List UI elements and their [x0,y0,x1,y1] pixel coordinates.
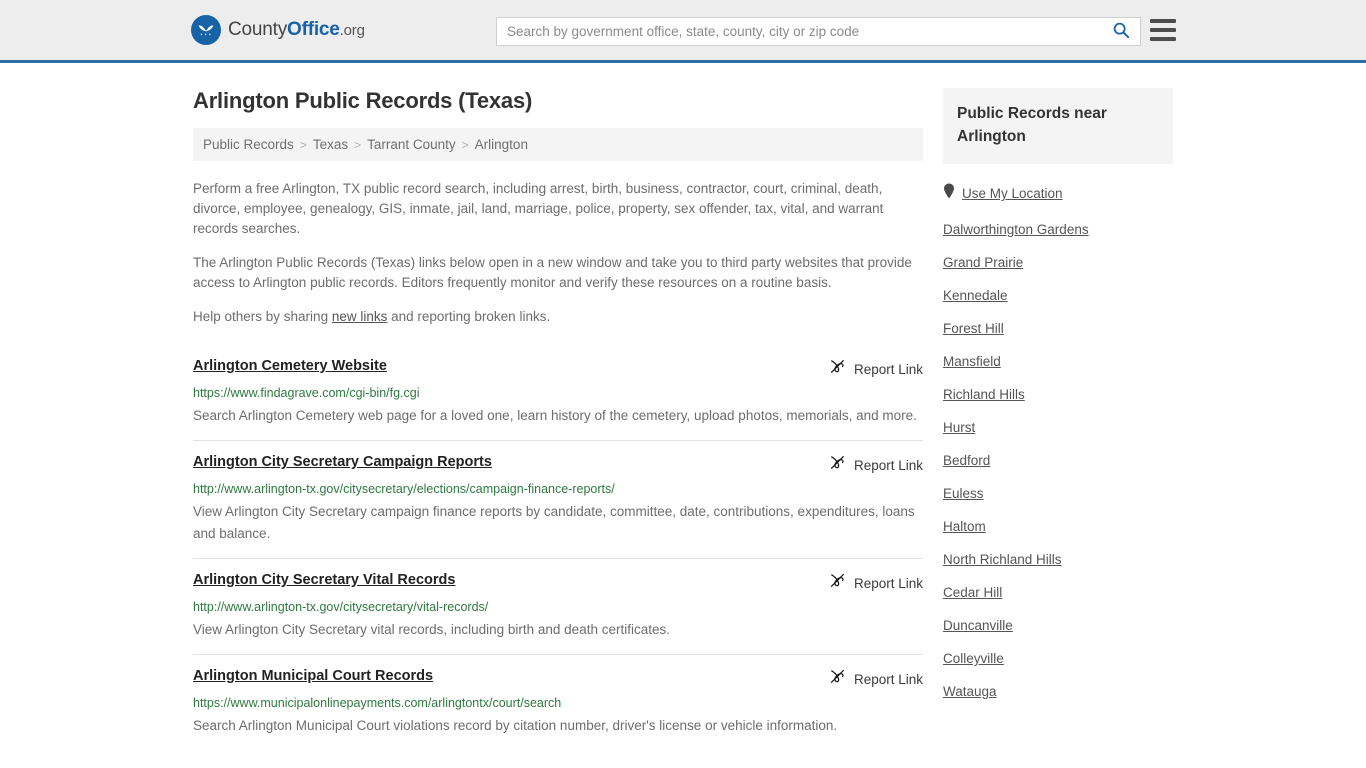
sidebar-item-nearby[interactable]: Cedar Hill [943,576,1173,609]
result-description: View Arlington City Secretary campaign f… [193,504,915,541]
sidebar-item-nearby[interactable]: Colleyville [943,642,1173,675]
nearby-city-link[interactable]: Forest Hill [943,321,1004,336]
report-link-button[interactable]: Report Link [829,357,923,380]
sidebar-item-nearby[interactable]: Hurst [943,411,1173,444]
result-url[interactable]: http://www.arlington-tx.gov/citysecretar… [193,481,923,498]
result-item: Arlington City Secretary Campaign Report… [193,440,923,558]
sidebar-item-nearby[interactable]: Mansfield [943,345,1173,378]
sidebar-nearby-list: Use My Location Dalworthington Gardens G… [943,174,1173,708]
report-link-label: Report Link [853,575,923,591]
nearby-city-link[interactable]: Haltom [943,519,986,534]
sidebar-item-use-my-location[interactable]: Use My Location [943,174,1173,213]
result-url[interactable]: https://www.municipalonlinepayments.com/… [193,695,923,712]
intro-text: Perform a free Arlington, TX public reco… [193,179,923,327]
result-item: Arlington Municipal Court Records Report… [193,654,923,750]
report-link-button[interactable]: Report Link [829,667,923,690]
breadcrumb-item-public-records[interactable]: Public Records [203,137,294,152]
nearby-city-link[interactable]: Bedford [943,453,990,468]
sidebar-title: Public Records near Arlington [957,105,1107,145]
use-my-location-link[interactable]: Use My Location [962,186,1063,201]
result-title-link[interactable]: Arlington City Secretary Vital Records [193,571,455,590]
nearby-city-link[interactable]: Watauga [943,684,997,699]
report-link-button[interactable]: Report Link [829,453,923,476]
breadcrumb-separator-icon: > [299,137,307,152]
broken-link-icon [829,572,846,594]
report-link-button[interactable]: Report Link [829,571,923,594]
report-link-label: Report Link [853,361,923,377]
report-link-label: Report Link [853,671,923,687]
intro-paragraph-1: Perform a free Arlington, TX public reco… [193,181,884,236]
nearby-city-link[interactable]: North Richland Hills [943,552,1062,567]
sidebar-item-nearby[interactable]: Duncanville [943,609,1173,642]
sidebar-item-nearby[interactable]: Watauga [943,675,1173,708]
search-button[interactable] [1102,18,1140,45]
sidebar-item-nearby[interactable]: Richland Hills [943,378,1173,411]
result-description: View Arlington City Secretary vital reco… [193,622,670,637]
broken-link-icon [829,358,846,380]
nearby-city-link[interactable]: Grand Prairie [943,255,1023,270]
main-column: Arlington Public Records (Texas) Public … [193,63,923,750]
breadcrumb-item-texas[interactable]: Texas [313,137,348,152]
breadcrumb: Public Records > Texas > Tarrant County … [193,128,923,161]
sidebar-item-nearby[interactable]: Euless [943,477,1173,510]
sidebar-header-card: Public Records near Arlington [943,88,1173,164]
page-body: Arlington Public Records (Texas) Public … [0,63,1366,750]
broken-link-icon [829,668,846,690]
sidebar-item-nearby[interactable]: Dalworthington Gardens [943,213,1173,246]
nearby-city-link[interactable]: Kennedale [943,288,1008,303]
sidebar-item-nearby[interactable]: Grand Prairie [943,246,1173,279]
result-url[interactable]: http://www.arlington-tx.gov/citysecretar… [193,599,923,616]
help-prefix-text: Help others by sharing [193,309,332,324]
result-url[interactable]: https://www.findagrave.com/cgi-bin/fg.cg… [193,385,923,402]
logo-text-org: .org [339,22,365,39]
nearby-city-link[interactable]: Euless [943,486,984,501]
page-title: Arlington Public Records (Texas) [193,88,533,113]
result-item: Arlington Cemetery Website Report Link h… [193,349,923,440]
search-bar[interactable] [496,17,1141,46]
report-link-label: Report Link [853,457,923,473]
hamburger-bar [1150,37,1176,41]
intro-paragraph-3: Help others by sharing new links and rep… [193,307,923,327]
result-title-link[interactable]: Arlington City Secretary Campaign Report… [193,453,492,472]
breadcrumb-separator-icon: > [461,137,469,152]
breadcrumb-item-tarrant-county[interactable]: Tarrant County [367,137,456,152]
nearby-city-link[interactable]: Colleyville [943,651,1004,666]
nearby-city-link[interactable]: Richland Hills [943,387,1025,402]
search-input[interactable] [497,18,1102,45]
nearby-city-link[interactable]: Hurst [943,420,975,435]
result-description: Search Arlington Municipal Court violati… [193,718,838,733]
result-title-link[interactable]: Arlington Municipal Court Records [193,667,433,686]
sidebar-item-nearby[interactable]: Haltom [943,510,1173,543]
logo-text-county: County [228,19,288,40]
result-description: Search Arlington Cemetery web page for a… [193,408,917,423]
nearby-city-link[interactable]: Cedar Hill [943,585,1002,600]
nearby-city-link[interactable]: Duncanville [943,618,1013,633]
nearby-city-link[interactable]: Mansfield [943,354,1001,369]
result-item: Arlington City Secretary Vital Records R… [193,558,923,654]
breadcrumb-separator-icon: > [354,137,362,152]
eagle-shield-logo-icon [191,15,221,45]
site-header: CountyOffice.org [0,0,1366,63]
hamburger-bar [1150,28,1176,32]
site-logo-text: CountyOffice.org [228,19,365,41]
sidebar-item-nearby[interactable]: North Richland Hills [943,543,1173,576]
hamburger-menu-icon[interactable] [1150,19,1176,41]
hamburger-bar [1150,19,1176,23]
map-pin-icon [943,183,955,204]
sidebar-item-nearby[interactable]: Forest Hill [943,312,1173,345]
nearby-city-link[interactable]: Dalworthington Gardens [943,222,1089,237]
broken-link-icon [829,454,846,476]
result-title-link[interactable]: Arlington Cemetery Website [193,357,387,376]
sidebar-item-nearby[interactable]: Kennedale [943,279,1173,312]
logo-text-office: Office [287,19,340,40]
site-logo[interactable]: CountyOffice.org [191,15,365,45]
results-list: Arlington Cemetery Website Report Link h… [193,349,923,750]
sidebar: Public Records near Arlington Use My Loc… [943,63,1173,750]
sidebar-item-nearby[interactable]: Bedford [943,444,1173,477]
breadcrumb-item-arlington: Arlington [474,137,528,152]
help-suffix-text: and reporting broken links. [387,309,551,324]
intro-paragraph-2: The Arlington Public Records (Texas) lin… [193,255,912,290]
search-icon [1112,21,1130,42]
new-links-link[interactable]: new links [332,309,388,324]
